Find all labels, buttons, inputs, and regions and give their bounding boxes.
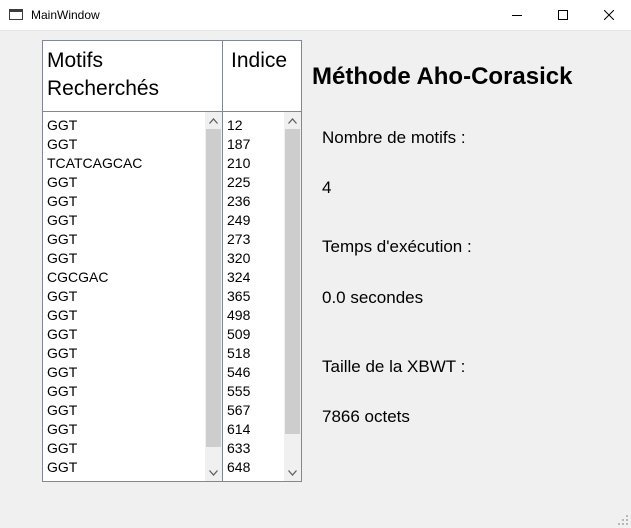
list-item-motif[interactable]: GGT [47, 382, 142, 401]
list-item-indice[interactable]: 210 [227, 154, 250, 173]
list-item-motif[interactable]: GGT [47, 249, 142, 268]
list-item-indice[interactable]: 614 [227, 420, 250, 439]
list-item-indice[interactable]: 633 [227, 439, 250, 458]
chevron-down-icon [209, 469, 218, 476]
list-item-motif[interactable]: GGT [47, 401, 142, 420]
list-item-indice[interactable]: 555 [227, 382, 250, 401]
resize-grip-icon[interactable] [617, 514, 629, 526]
window-title: MainWindow [31, 8, 100, 22]
minimize-icon [512, 15, 522, 16]
motif-count-label: Nombre de motifs : [322, 128, 466, 147]
list-item-motif[interactable]: GGT [47, 287, 142, 306]
xbwt-size-label: Taille de la XBWT : [322, 357, 466, 376]
list-item-motif[interactable]: GGT [47, 458, 142, 477]
maximize-icon [558, 10, 568, 20]
list-item-motif[interactable]: GGT [47, 344, 142, 363]
window-icon [9, 9, 23, 20]
list-item-motif[interactable]: GGT [47, 211, 142, 230]
list-item-indice[interactable]: 509 [227, 325, 250, 344]
xbwt-size-value: 7866 octets [322, 407, 410, 426]
motifs-scroll-down-button[interactable] [205, 464, 222, 481]
list-item-motif[interactable]: GGT [47, 439, 142, 458]
minimize-button[interactable] [494, 0, 540, 30]
list-item-indice[interactable]: 249 [227, 211, 250, 230]
header-indice[interactable]: Indice [223, 41, 301, 111]
chevron-up-icon [209, 117, 218, 124]
list-item-motif[interactable]: GGT [47, 116, 142, 135]
list-item-motif[interactable]: GGT [47, 325, 142, 344]
indices-scroll-down-button[interactable] [284, 464, 301, 481]
motifs-scrollbar[interactable] [205, 112, 222, 481]
execution-time-value: 0.0 secondes [322, 288, 424, 307]
list-item-motif[interactable]: GGT [47, 192, 142, 211]
list-item-indice[interactable]: 518 [227, 344, 250, 363]
close-button[interactable] [586, 0, 631, 30]
method-title: Méthode Aho-Corasick [312, 63, 573, 90]
list-item-motif[interactable]: TCATCAGCAC [47, 154, 142, 173]
list-item-motif[interactable]: GGT [47, 363, 142, 382]
motifs-scroll-thumb[interactable] [206, 129, 221, 447]
chevron-down-icon [288, 469, 297, 476]
list-item-indice[interactable]: 320 [227, 249, 250, 268]
close-icon [604, 10, 614, 20]
execution-time-label: Temps d'exécution : [322, 237, 472, 256]
header-motifs[interactable]: Motifs Recherchés [43, 41, 223, 111]
list-item-indice[interactable]: 324 [227, 268, 250, 287]
list-item-motif[interactable]: GGT [47, 420, 142, 439]
indices-items: 12 187 210 225 236 249 273 320 324 365 498 509 518 54… [223, 112, 250, 477]
list-item-motif[interactable]: GGT [47, 173, 142, 192]
list-item-indice[interactable]: 546 [227, 363, 250, 382]
list-item-indice[interactable]: 225 [227, 173, 250, 192]
list-item-indice[interactable]: 12 [227, 116, 250, 135]
list-item-motif[interactable]: GGT [47, 230, 142, 249]
indices-list[interactable]: 12 187 210 225 236 249 273 320 324 365 498 509 518 54… [223, 112, 301, 481]
motifs-list[interactable]: GGT GGT TCATCAGCAC GGT GGT GGT GGT GGT CGCGAC GGT… [43, 112, 223, 481]
list-item-indice[interactable]: 648 [227, 458, 250, 477]
motifs-items: GGT GGT TCATCAGCAC GGT GGT GGT GGT GGT CGCGAC GGT… [43, 112, 142, 477]
title-bar: MainWindow [0, 0, 631, 31]
list-item-motif[interactable]: GGT [47, 306, 142, 325]
motif-count-value: 4 [322, 178, 332, 197]
chevron-up-icon [288, 117, 297, 124]
list-item-indice[interactable]: 567 [227, 401, 250, 420]
indices-scroll-up-button[interactable] [284, 112, 301, 129]
header-indice-label: Indice [231, 49, 288, 72]
indices-scroll-thumb[interactable] [285, 129, 300, 434]
list-item-motif[interactable]: GGT [47, 135, 142, 154]
list-item-indice[interactable]: 187 [227, 135, 250, 154]
indices-scrollbar[interactable] [284, 112, 301, 481]
list-item-indice[interactable]: 273 [227, 230, 250, 249]
motifs-scroll-up-button[interactable] [205, 112, 222, 129]
results-table: Motifs Recherchés Indice GGT GGT TCATCAGCA… [42, 40, 302, 482]
maximize-button[interactable] [540, 0, 586, 30]
list-item-indice[interactable]: 236 [227, 192, 250, 211]
list-item-indice[interactable]: 498 [227, 306, 250, 325]
header-motifs-label: Motifs Recherchés [47, 49, 160, 100]
list-item-indice[interactable]: 365 [227, 287, 250, 306]
list-item-motif[interactable]: CGCGAC [47, 268, 142, 287]
